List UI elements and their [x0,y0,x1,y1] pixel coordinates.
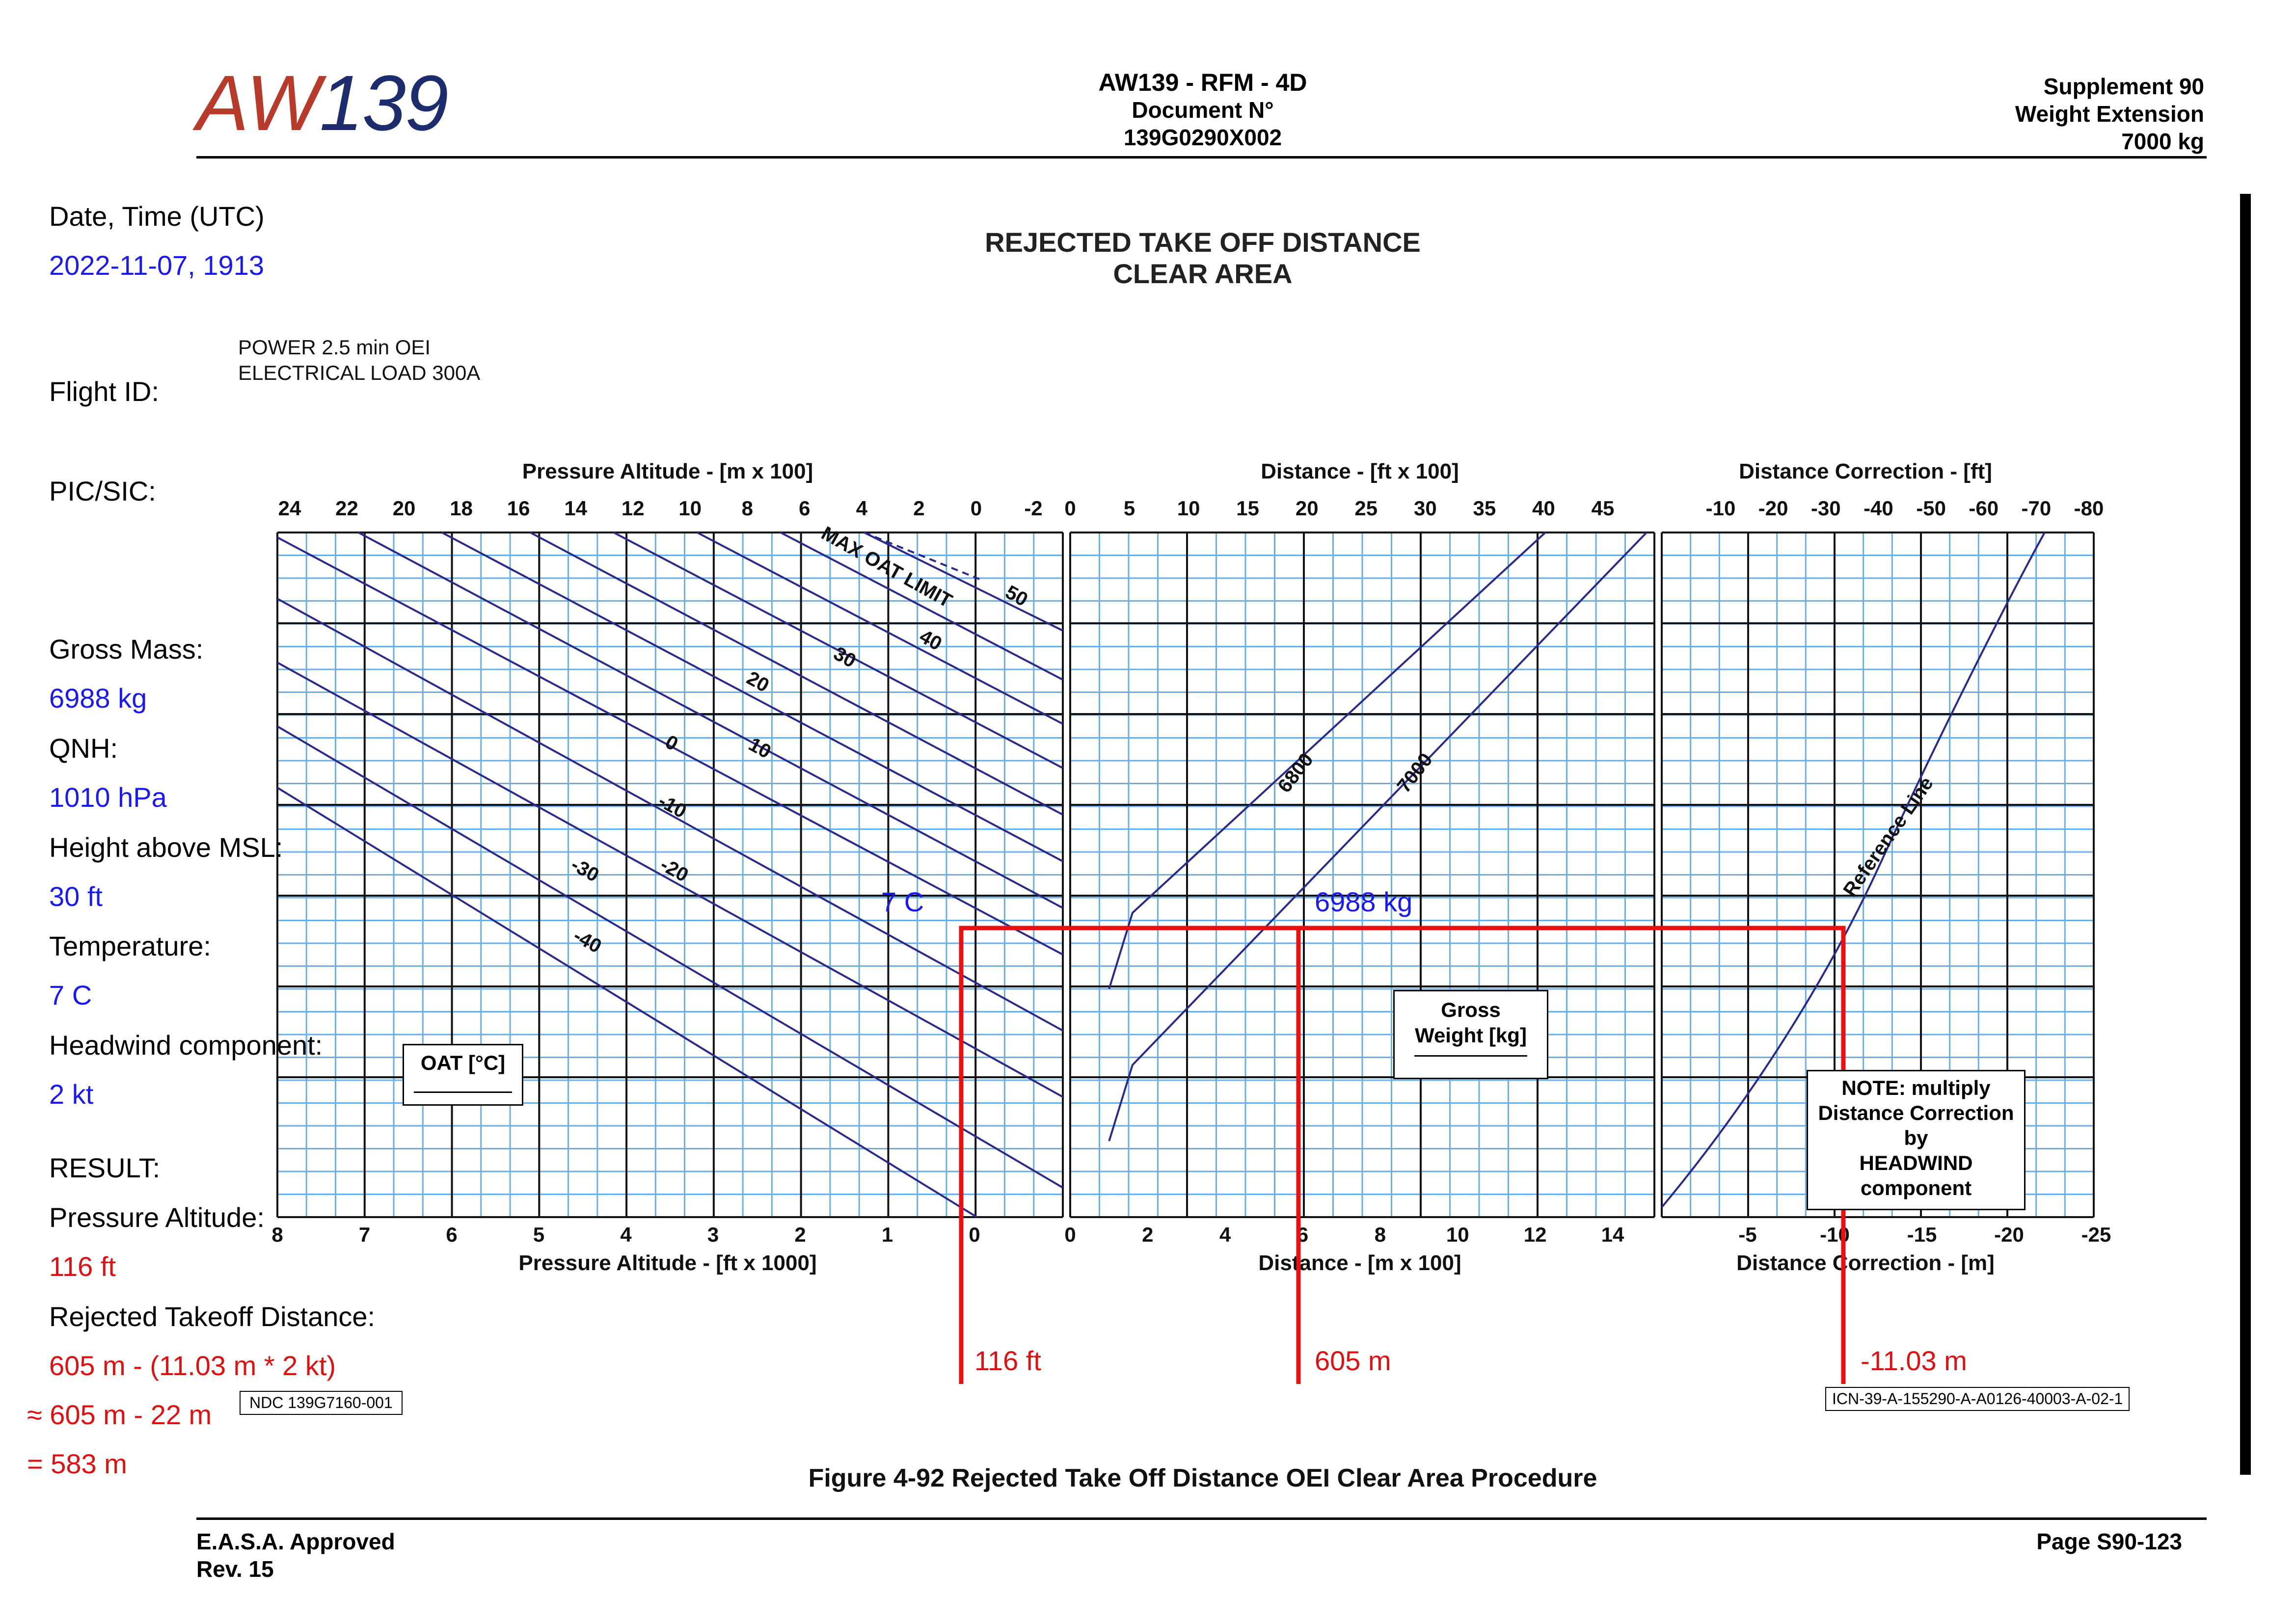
p3-top-tick: -50 [1916,497,1946,520]
oat-label-m40: -40 [570,925,605,957]
p2-bottom-tick: 12 [1524,1223,1547,1246]
note-line-1: NOTE: multiply [1841,1076,1991,1099]
p3-top-tick: -10 [1706,497,1736,520]
p1-bottom-tick: 0 [969,1223,980,1246]
p3-top-tick: -70 [2022,497,2052,520]
p1-top-tick: 14 [564,497,587,520]
weight-label-6800: 6800 [1273,749,1317,797]
p1-bottom-tick: 4 [620,1223,632,1246]
footer-right: Page S90-123 [1964,1528,2182,1555]
correction-result-annotation: -11.03 m [1861,1345,1967,1376]
note-line-2: Distance Correction [1818,1101,2014,1124]
oat-line [530,532,1063,816]
page-number: Page S90-123 [2036,1529,2182,1554]
p1-top-tick: 10 [678,497,702,520]
gross-weight-legend-box: Gross Weight [kg] [1393,990,1548,1079]
p2-bottom-tick: 2 [1142,1223,1153,1246]
oat-label-40: 40 [916,625,945,655]
p3-bottom-tick: -20 [1994,1223,2024,1246]
p2-bottom-axis-label: Distance - [m x 100] [1258,1251,1461,1275]
p2-top-tick: 25 [1354,497,1378,520]
icn-box: ICN-39-A-155290-A-A0126-40003-A-02-1 [1825,1387,2130,1411]
p1-bottom-tick: 6 [446,1223,457,1246]
note-line-5: component [1860,1176,1972,1199]
p1-top-tick: 8 [742,497,753,520]
weight-input-annotation: 6988 kg [1315,886,1413,917]
p1-bottom-tick: 8 [271,1223,283,1246]
oat-label-m20: -20 [657,853,692,886]
p2-top-tick: 5 [1124,497,1135,520]
p3-top-axis-label: Distance Correction - [ft] [1739,459,1992,483]
p1-bottom-tick: 2 [794,1223,806,1246]
p2-bottom-tick: 8 [1375,1223,1386,1246]
p3-top-tick: -40 [1864,497,1893,520]
oat-line [441,532,1063,862]
icn-text: ICN-39-A-155290-A-A0126-40003-A-02-1 [1832,1390,2123,1408]
p1-top-tick: 6 [799,497,810,520]
oat-label-50: 50 [1002,581,1031,611]
rto-chart: 24 22 20 18 16 14 12 10 8 6 4 2 0 -28 7 6 5 4 3 2 1 00 5 10 15 20… [271,459,2111,1384]
footer-rule [196,1517,2207,1520]
pa-result-annotation: 116 ft [974,1345,1041,1376]
p1-top-tick: 18 [450,497,473,520]
p2-bottom-tick: 4 [1219,1223,1231,1246]
p1-top-tick: 0 [971,497,982,520]
p1-top-tick: -2 [1024,497,1042,520]
ndc-text: NDC 139G7160-001 [249,1394,393,1411]
p2-top-tick: 40 [1532,497,1555,520]
p2-top-tick: 35 [1473,497,1496,520]
p1-bottom-axis-label: Pressure Altitude - [ft x 1000] [518,1251,816,1275]
p3-top-tick: -60 [1969,497,1999,520]
p1-top-tick: 22 [335,497,358,520]
note-line-3: by [1904,1126,1928,1149]
p3-bottom-tick: -25 [2081,1223,2111,1246]
footer-left: E.A.S.A. Approved Rev. 15 [196,1528,395,1583]
p2-top-axis-label: Distance - [ft x 100] [1261,459,1459,483]
oat-legend-label: OAT [°C] [420,1051,506,1074]
p1-top-tick: 2 [913,497,924,520]
gross-weight-legend-label: Gross Weight [kg] [1415,998,1527,1047]
p2-top-tick: 10 [1177,497,1200,520]
p2-top-tick: 15 [1236,497,1259,520]
p2-top-tick: 0 [1064,497,1076,520]
p1-top-tick: 16 [507,497,530,520]
p1-top-tick: 24 [278,497,301,520]
curve-labels: MAX OAT LIMIT 50 40 30 20 10 0 -10 -20 -… [567,522,1938,957]
p3-top-tick: -80 [2074,497,2104,520]
p1-top-tick: 12 [621,497,645,520]
axis-labels: Pressure Altitude - [m x 100] Pressure A… [518,459,1994,1275]
p1-bottom-tick: 3 [707,1223,719,1246]
p2-bottom-tick: 14 [1601,1223,1624,1246]
ndc-box: NDC 139G7160-001 [240,1391,403,1415]
reference-line-label: Reference Line [1839,773,1938,901]
distance-result-annotation: 605 m [1315,1345,1391,1376]
gross-weight-legend-underline [1414,1055,1527,1057]
p3-top-tick: -30 [1811,497,1841,520]
p2-top-tick: 20 [1296,497,1319,520]
oat-legend-box: OAT [°C] [403,1044,523,1106]
p3-bottom-tick: -5 [1738,1223,1756,1246]
p1-bottom-tick: 1 [882,1223,893,1246]
p3-top-tick: -20 [1758,497,1788,520]
approved-text: E.A.S.A. Approved [196,1529,395,1554]
oat-input-annotation: 7 C [881,886,924,917]
p3-bottom-tick: -15 [1907,1223,1937,1246]
p2-bottom-tick: 0 [1064,1223,1076,1246]
figure-caption: Figure 4-92 Rejected Take Off Distance O… [808,1464,1597,1492]
p1-top-axis-label: Pressure Altitude - [m x 100] [522,459,813,483]
note-line-4: HEADWIND [1859,1151,1973,1174]
p1-bottom-tick: 5 [533,1223,544,1246]
p2-bottom-tick: 10 [1446,1223,1469,1246]
p1-bottom-tick: 7 [359,1223,370,1246]
note-box: NOTE: multiply Distance Correction by HE… [1807,1070,2026,1210]
p1-top-tick: 20 [393,497,416,520]
p3-bottom-axis-label: Distance Correction - [m] [1736,1251,1995,1275]
p1-top-tick: 4 [856,497,868,520]
rev-text: Rev. 15 [196,1556,274,1582]
oat-legend-underline [414,1091,512,1093]
p2-top-tick: 45 [1592,497,1615,520]
p2-top-tick: 30 [1414,497,1437,520]
